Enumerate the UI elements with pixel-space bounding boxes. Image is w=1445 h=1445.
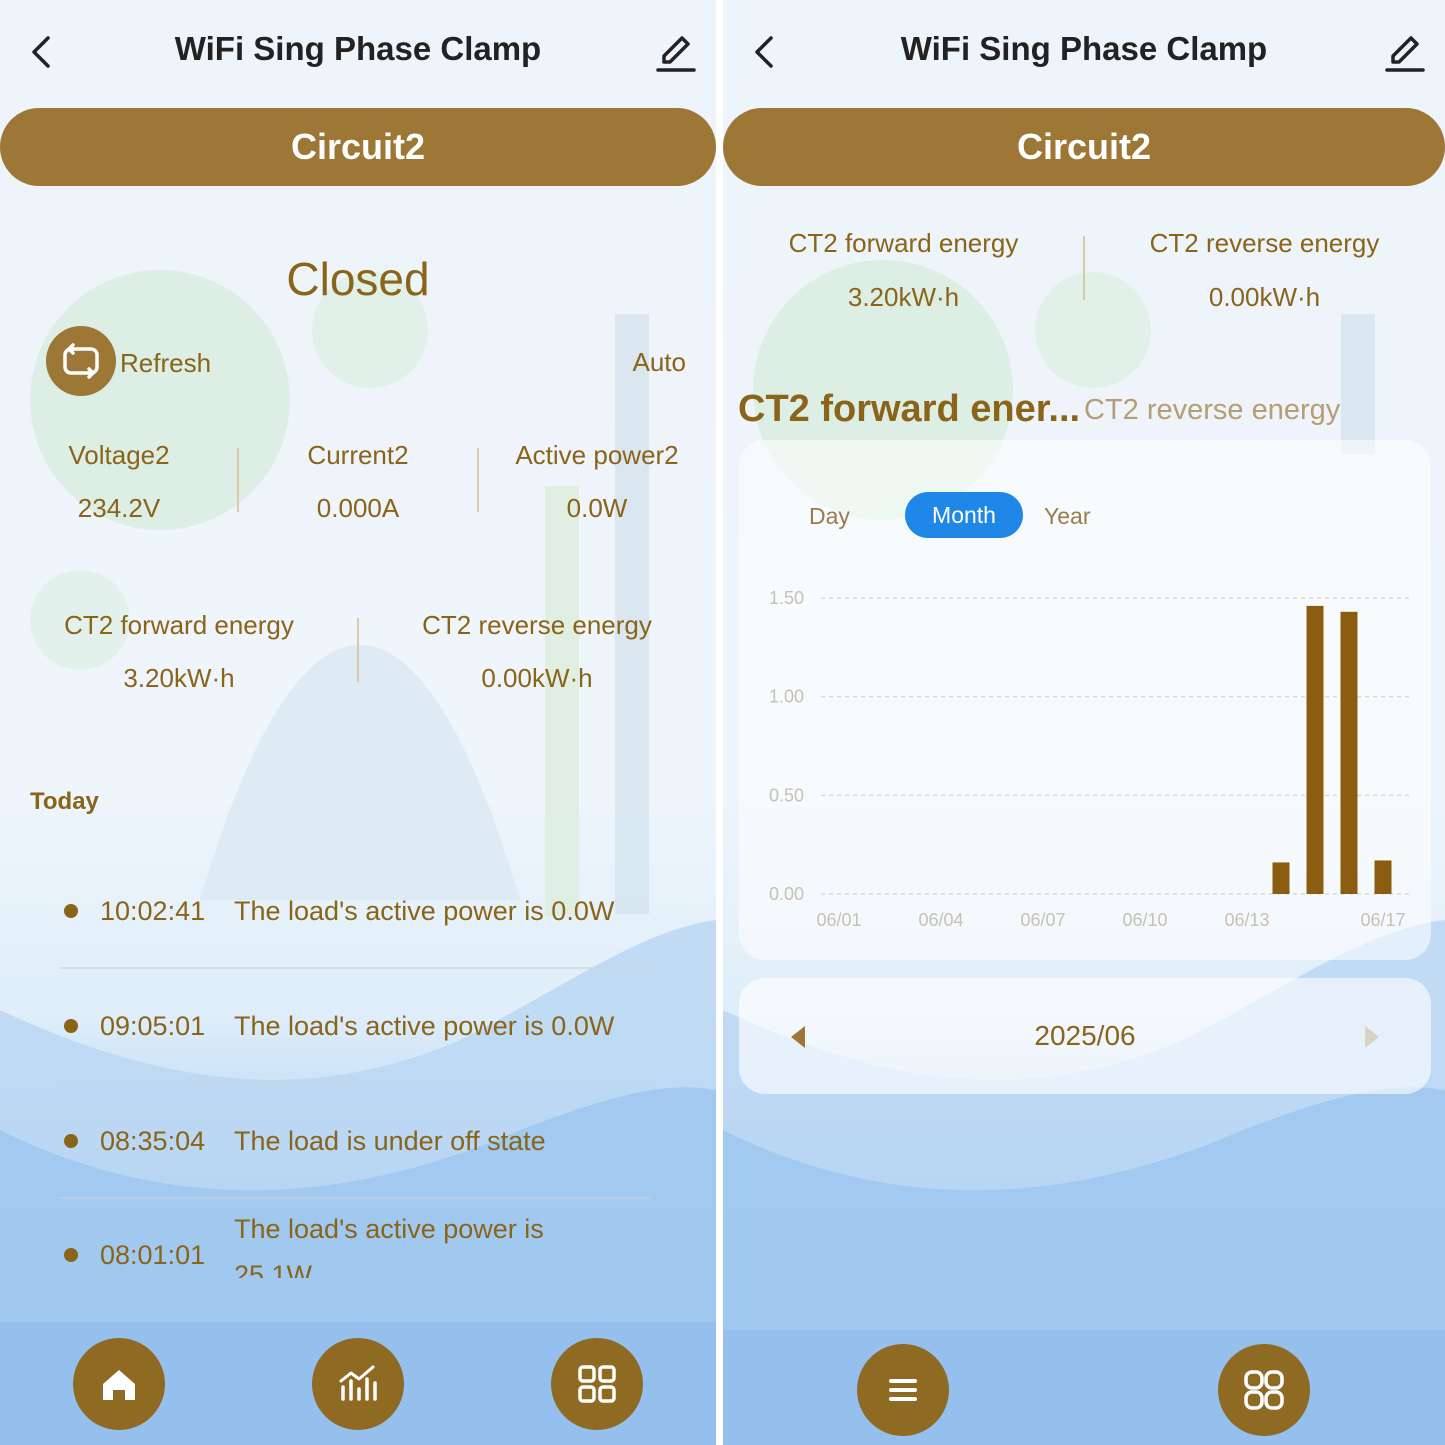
bar — [1340, 611, 1358, 894]
log-separator — [60, 1082, 650, 1084]
mode-label[interactable]: Auto — [600, 347, 687, 378]
voltage-value: 234.2V — [77, 493, 161, 523]
device-overview-screen: WiFi Sing Phase Clamp Circuit2 Closed Re… — [0, 0, 716, 1445]
bullet-icon — [64, 904, 78, 918]
current-label: Current2 — [307, 440, 409, 470]
log-time: 10:02:41 — [100, 896, 206, 926]
home-button[interactable] — [73, 1338, 165, 1430]
log-separator — [60, 967, 650, 969]
bullet-icon — [64, 1248, 78, 1262]
period-selector: 2025/06 — [739, 978, 1431, 1094]
tab-reverse-energy[interactable]: CT2 reverse energy — [1084, 394, 1340, 427]
y-tick-label: 0.50 — [769, 785, 804, 805]
page-title: WiFi Sing Phase Clamp — [900, 30, 1268, 67]
period-label: 2025/06 — [1034, 1020, 1136, 1051]
log-message: The load's active power is 0.0W — [234, 1011, 615, 1041]
tab-forward-energy[interactable]: CT2 forward ener... — [738, 388, 1080, 431]
log-message: The load's active power is 25.1W — [234, 1214, 544, 1278]
x-tick-label: 06/10 — [1122, 910, 1167, 930]
refresh-button[interactable] — [46, 326, 116, 396]
bar — [1374, 860, 1392, 894]
screen-divider — [716, 0, 723, 1445]
bullet-icon — [64, 1134, 78, 1148]
log-time: 08:01:01 — [100, 1240, 206, 1270]
bottom-nav — [723, 1330, 1445, 1445]
x-tick-label: 06/17 — [1360, 910, 1405, 930]
log-time: 09:05:01 — [100, 1011, 206, 1041]
y-tick-label: 1.00 — [769, 687, 804, 707]
current-value: 0.000A — [316, 493, 400, 523]
active-power-label: Active power2 — [515, 440, 679, 470]
log-time: 08:35:04 — [100, 1126, 206, 1156]
x-tick-label: 06/01 — [816, 910, 861, 930]
forward-energy-label: CT2 forward energy — [64, 610, 294, 640]
y-tick-label: 1.50 — [769, 588, 804, 608]
y-tick-label: 0.00 — [769, 884, 804, 904]
energy-bar-chart: 0.00 0.50 1.00 1.50 06/01 06/04 06/07 06/10 06/1… — [769, 588, 1411, 930]
forward-energy-value: 3.20kW·h — [123, 663, 235, 693]
chart-icon — [339, 1365, 377, 1401]
log-scroll-area[interactable]: 08:01:01 The load's active power is 25.1… — [0, 1200, 716, 1278]
circuit-banner: Circuit2 — [723, 108, 1445, 186]
page-title: WiFi Sing Phase Clamp — [174, 30, 542, 67]
reverse-energy-value: 0.00kW·h — [1208, 282, 1321, 312]
forward-energy-label: CT2 forward energy — [788, 228, 1019, 258]
x-tick-label: 06/04 — [918, 910, 963, 930]
x-tick-label: 06/13 — [1224, 910, 1269, 930]
statistics-button[interactable] — [312, 1338, 404, 1430]
forward-energy-value: 3.20kW·h — [847, 282, 960, 312]
log-message: The load's active power is 0.0W — [234, 896, 615, 926]
x-tick-label: 06/07 — [1020, 910, 1065, 930]
refresh-icon — [63, 343, 99, 379]
switch-status: Closed — [286, 253, 430, 305]
chart-card: Day Month Year 0.00 0.50 1.00 1.50 06/01 06/0… — [739, 440, 1431, 960]
caret-right-icon[interactable] — [1361, 1024, 1383, 1050]
pencil-icon[interactable] — [652, 28, 700, 76]
today-heading: Today — [30, 788, 99, 815]
circuit-name: Circuit2 — [290, 126, 426, 167]
bullet-icon — [64, 1019, 78, 1033]
menu-button[interactable] — [857, 1344, 949, 1436]
bar — [1272, 862, 1290, 894]
reverse-energy-value: 0.00kW·h — [481, 663, 593, 693]
circuit-banner: Circuit2 — [0, 108, 716, 186]
grid-icon — [578, 1365, 616, 1403]
log-message: The load is under off state — [234, 1126, 546, 1156]
active-power-value: 0.0W — [566, 493, 628, 523]
more-button[interactable] — [551, 1338, 643, 1430]
more-button[interactable] — [1218, 1344, 1310, 1436]
menu-icon — [889, 1379, 917, 1401]
log-separator — [60, 1197, 650, 1199]
bar — [1306, 605, 1324, 894]
voltage-label: Voltage2 — [68, 440, 170, 470]
home-icon — [103, 1370, 135, 1400]
circuit-name: Circuit2 — [1016, 126, 1152, 167]
grid-icon — [1244, 1370, 1284, 1410]
pencil-icon[interactable] — [1381, 28, 1429, 76]
reverse-energy-label: CT2 reverse energy — [422, 610, 652, 640]
refresh-label[interactable]: Refresh — [120, 348, 211, 379]
reverse-energy-label: CT2 reverse energy — [1149, 228, 1380, 258]
energy-statistics-screen: WiFi Sing Phase Clamp Circuit2 CT2 forwa… — [723, 0, 1445, 1445]
